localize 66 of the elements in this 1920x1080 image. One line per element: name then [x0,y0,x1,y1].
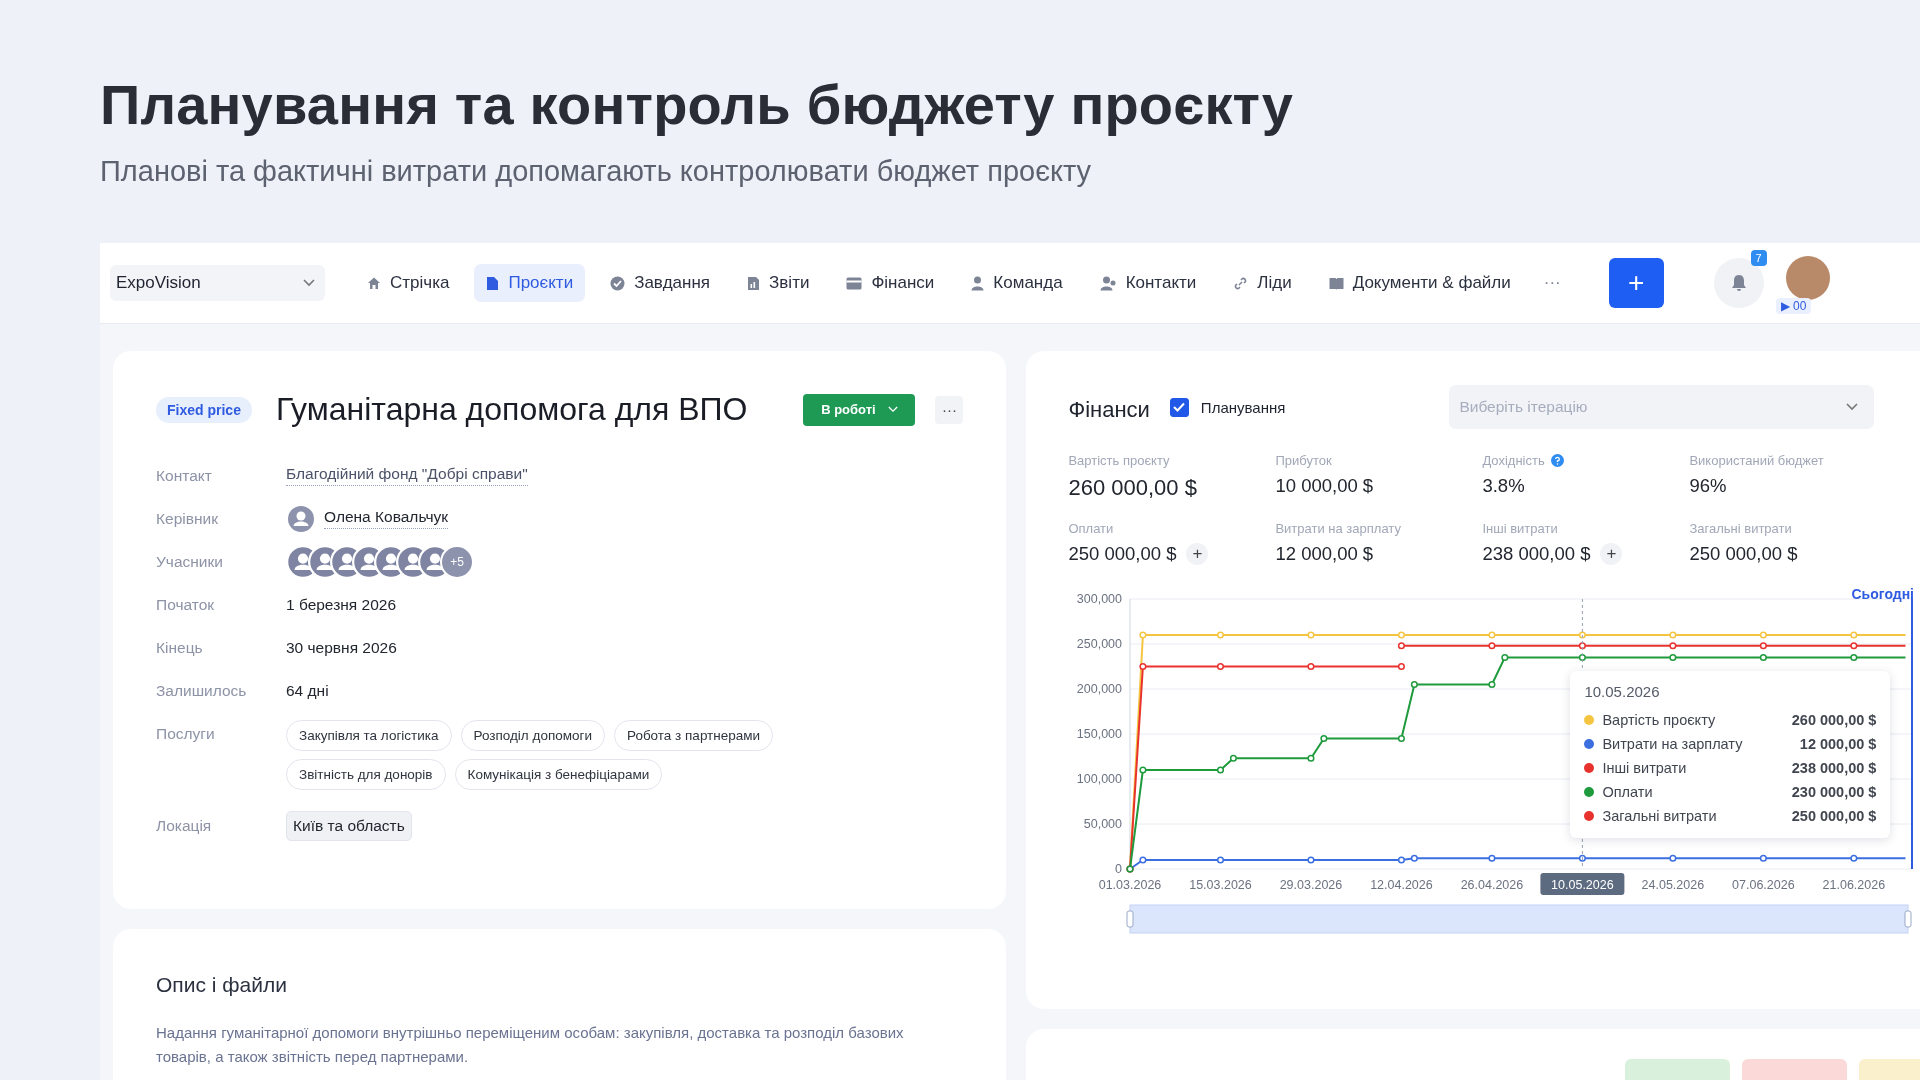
axis-label: 07.06.2026 [1732,878,1796,892]
checkbox-label: Планування [1200,398,1286,416]
metric-label: Загальні витрати [1689,520,1792,536]
field-label: Керівник [156,508,219,529]
series-value: 260 000,00 $ [1791,712,1877,728]
axis-label: 15.03.2026 [1189,878,1253,892]
field-label: Залишилось [156,680,248,701]
field-label: Локація [156,815,213,836]
section-title: Фінанси [1068,397,1150,423]
metric-value: 238 000,00 $ [1482,543,1591,565]
field-value: 30 червня 2026 [286,638,397,657]
metric-value: 3.8% [1482,475,1525,497]
field-label: Контакт [156,465,213,486]
series-name: Оплати [1602,784,1653,800]
axis-label: 24.05.2026 [1642,878,1705,892]
tooltip-title: 10.05.2026 [1584,683,1661,700]
axis-label: 200,000 [1077,682,1123,696]
series-value: 238 000,00 $ [1791,760,1877,776]
field-label: Початок [156,594,216,615]
selected-date-label: 10.05.2026 [1540,873,1625,895]
location-tag: Київ та область [286,810,412,841]
notification-count: 7 [1750,250,1767,266]
field-label: Послуги [156,723,216,744]
metric-value: 250 000,00 $ [1689,543,1798,565]
series-value: 230 000,00 $ [1791,784,1877,800]
axis-label: 21.06.2026 [1823,878,1886,892]
metric-value: 260 000,00 $ [1068,475,1197,501]
series-value: 250 000,00 $ [1791,808,1877,824]
axis-label: 01.03.2026 [1099,878,1162,892]
metric-label: Інші витрати [1482,520,1558,536]
axis-label: 300,000 [1077,592,1123,606]
axis-label: 29.03.2026 [1280,878,1343,892]
pricing-badge: Fixed price [156,396,252,423]
page-title: Планування та контроль бюджету проєкту [100,72,1294,137]
axis-label: 100,000 [1077,772,1123,786]
metric-label: Використаний бюджет [1689,452,1824,468]
axis-label: 150,000 [1077,727,1123,741]
project-title: Гуманітарна допомога для ВПО [275,391,748,428]
metric-label: Дохідність [1482,452,1545,468]
metric-label: Витрати на зарплату [1275,520,1401,536]
section-title: Опис і файли [156,973,288,997]
today-label: Сьогодні [1851,587,1915,602]
axis-label: 26.04.2026 [1461,878,1524,892]
axis-label: 0 [1115,862,1123,876]
field-value: 1 березня 2026 [286,595,396,614]
metric-label: Оплати [1068,520,1114,536]
metric-label: Вартість проєкту [1068,452,1170,468]
metric-value: 10 000,00 $ [1275,475,1374,497]
series-value: 12 000,00 $ [1799,736,1877,752]
axis-label: 50,000 [1084,817,1123,831]
series-name: Вартість проєкту [1602,712,1716,728]
field-label: Кінець [156,637,204,658]
metric-value: 12 000,00 $ [1275,543,1374,565]
metric-label: Прибуток [1275,452,1332,468]
page-subtitle: Планові та фактичні витрати допомагають контролювати бюджет проєкту [100,155,1093,188]
series-name: Загальні витрати [1602,808,1717,824]
description-text: Надання гуманітарної допомоги внутрішньо переміщеним особам: закупівля, доставка та розподіл базових товарів, а також звітність перед партнерами. [156,1023,905,1067]
metric-value: 96% [1689,475,1727,497]
x-tick-label: 10.05.2026 [1551,878,1615,892]
series-name: Інші витрати [1602,760,1687,776]
field-label: Учасники [156,551,224,572]
field-value: 64 дні [286,681,329,700]
metric-value: 250 000,00 $ [1068,543,1177,565]
series-name: Витрати на зарплату [1602,736,1743,752]
axis-label: 12.04.2026 [1370,878,1434,892]
axis-label: 250,000 [1077,637,1123,651]
